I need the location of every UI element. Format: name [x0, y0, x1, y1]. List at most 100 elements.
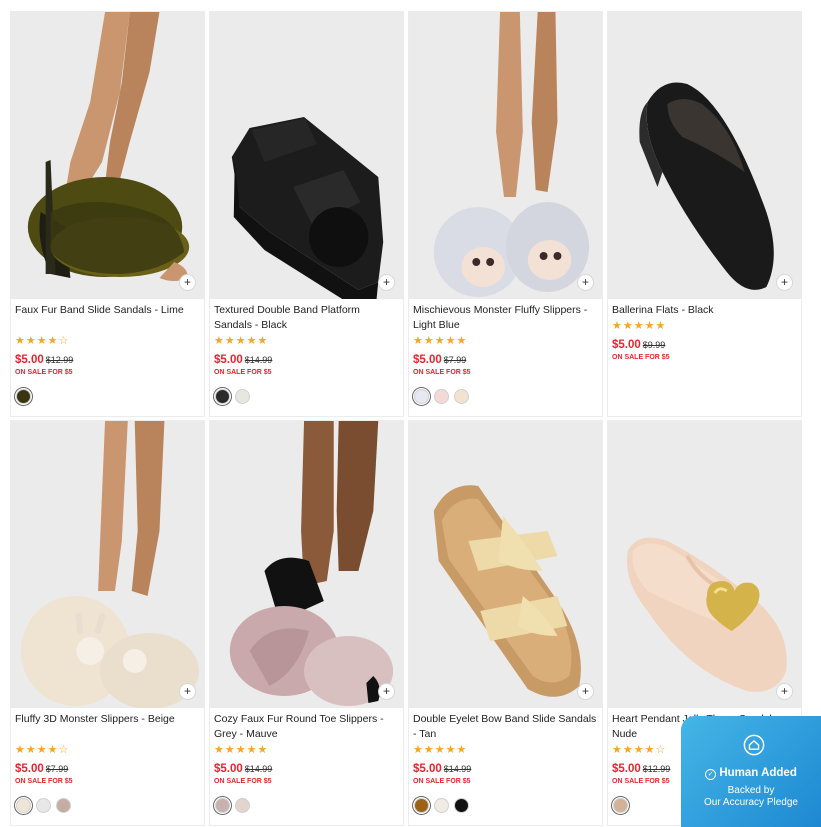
quick-add-button[interactable]: +: [179, 683, 196, 700]
sale-label: ON SALE FOR $5: [413, 778, 471, 785]
product-image[interactable]: +: [210, 12, 403, 299]
price-row: $5.00 $12.99: [15, 351, 200, 367]
sale-price: $5.00: [15, 354, 44, 366]
product-grid: + Faux Fur Band Slide Sandals - Lime ★★★★☆…: [10, 11, 802, 826]
color-swatch[interactable]: [414, 389, 429, 404]
color-swatch[interactable]: [235, 798, 250, 813]
quick-add-button[interactable]: +: [776, 274, 793, 291]
price-row: $5.00 $14.99: [214, 351, 399, 367]
product-info: Mischievous Monster Fluffy Slippers - Li…: [409, 299, 602, 378]
sale-label: ON SALE FOR $5: [413, 369, 471, 376]
star-rating: ★★★★★: [214, 335, 269, 347]
quick-add-button[interactable]: +: [577, 683, 594, 700]
quick-add-button[interactable]: +: [179, 274, 196, 291]
product-image[interactable]: +: [11, 12, 204, 299]
star-rating: ★★★★☆: [15, 335, 70, 347]
color-swatches: [414, 389, 469, 404]
product-card[interactable]: + Faux Fur Band Slide Sandals - Lime ★★★★☆…: [10, 11, 205, 417]
product-image[interactable]: +: [608, 12, 801, 299]
star-rating: ★★★★★: [413, 335, 468, 347]
product-card[interactable]: + Fluffy 3D Monster Slippers - Beige ★★★★☆…: [10, 420, 205, 826]
sale-label: ON SALE FOR $5: [612, 354, 670, 361]
color-swatch[interactable]: [56, 798, 71, 813]
color-swatch[interactable]: [36, 798, 51, 813]
product-card[interactable]: + Ballerina Flats - Black ★★★★★ $5.00 $9.99 O…: [607, 11, 802, 417]
sale-price: $5.00: [413, 763, 442, 775]
price-row: $5.00 $14.99: [214, 760, 399, 776]
sale-price: $5.00: [214, 354, 243, 366]
original-price: $9.99: [642, 340, 666, 350]
badge-title-text: Human Added: [719, 767, 797, 779]
color-swatch[interactable]: [454, 389, 469, 404]
sale-label: ON SALE FOR $5: [15, 369, 73, 376]
price-row: $5.00 $7.99: [15, 760, 200, 776]
product-image[interactable]: +: [210, 421, 403, 708]
color-swatch[interactable]: [215, 798, 230, 813]
product-name[interactable]: Faux Fur Band Slide Sandals - Lime: [15, 303, 200, 334]
color-swatches: [16, 389, 31, 404]
product-image[interactable]: +: [409, 12, 602, 299]
color-swatch[interactable]: [434, 389, 449, 404]
star-rating: ★★★★★: [214, 744, 269, 756]
star-rating: ★★★★☆: [15, 744, 70, 756]
product-image[interactable]: +: [608, 421, 801, 708]
product-card[interactable]: + Mischievous Monster Fluffy Slippers - L…: [408, 11, 603, 417]
color-swatches: [16, 798, 71, 813]
star-rating: ★★★★★: [612, 320, 667, 332]
color-swatches: [414, 798, 469, 813]
sale-label: ON SALE FOR $5: [214, 778, 272, 785]
product-name[interactable]: Double Eyelet Bow Band Slide Sandals - T…: [413, 712, 598, 743]
original-price: $14.99: [244, 764, 273, 774]
badge-subtitle: Backed by Our Accuracy Pledge: [681, 785, 821, 809]
badge-line-1: Backed by: [727, 785, 775, 796]
product-info: Ballerina Flats - Black ★★★★★ $5.00 $9.99 ON…: [608, 299, 801, 363]
color-swatch[interactable]: [215, 389, 230, 404]
sale-price: $5.00: [214, 763, 243, 775]
color-swatches: [215, 798, 250, 813]
color-swatch[interactable]: [16, 798, 31, 813]
product-card[interactable]: + Textured Double Band Platform Sandals -…: [209, 11, 404, 417]
product-image[interactable]: +: [409, 421, 602, 708]
check-circle-icon: ✓: [705, 769, 717, 780]
color-swatch[interactable]: [414, 798, 429, 813]
original-price: $14.99: [443, 764, 472, 774]
star-rating: ★★★★★: [413, 744, 468, 756]
color-swatch[interactable]: [454, 798, 469, 813]
product-info: Cozy Faux Fur Round Toe Slippers - Grey …: [210, 708, 403, 787]
quick-add-button[interactable]: +: [378, 274, 395, 291]
quick-add-button[interactable]: +: [577, 274, 594, 291]
color-swatches: [613, 798, 628, 813]
sale-price: $5.00: [413, 354, 442, 366]
product-info: Fluffy 3D Monster Slippers - Beige ★★★★☆ $…: [11, 708, 204, 787]
sale-label: ON SALE FOR $5: [15, 778, 73, 785]
color-swatches: [215, 389, 250, 404]
product-name[interactable]: Mischievous Monster Fluffy Slippers - Li…: [413, 303, 598, 334]
original-price: $12.99: [642, 764, 671, 774]
color-swatch[interactable]: [434, 798, 449, 813]
color-swatch[interactable]: [235, 389, 250, 404]
home-icon: [743, 734, 765, 756]
quick-add-button[interactable]: +: [776, 683, 793, 700]
product-name[interactable]: Ballerina Flats - Black: [612, 303, 797, 319]
product-info: Textured Double Band Platform Sandals - …: [210, 299, 403, 378]
product-name[interactable]: Textured Double Band Platform Sandals - …: [214, 303, 399, 334]
product-card[interactable]: + Cozy Faux Fur Round Toe Slippers - Grey…: [209, 420, 404, 826]
product-info: Faux Fur Band Slide Sandals - Lime ★★★★☆ $…: [11, 299, 204, 378]
sale-price: $5.00: [15, 763, 44, 775]
product-card[interactable]: + Double Eyelet Bow Band Slide Sandals - …: [408, 420, 603, 826]
original-price: $12.99: [45, 355, 74, 365]
badge-title: ✓ Human Added: [681, 767, 821, 780]
sale-label: ON SALE FOR $5: [214, 369, 272, 376]
color-swatch[interactable]: [613, 798, 628, 813]
accuracy-pledge-badge[interactable]: ✓ Human Added Backed by Our Accuracy Ple…: [681, 716, 821, 827]
color-swatch[interactable]: [16, 389, 31, 404]
original-price: $7.99: [45, 764, 69, 774]
original-price: $7.99: [443, 355, 467, 365]
original-price: $14.99: [244, 355, 273, 365]
sale-price: $5.00: [612, 339, 641, 351]
product-name[interactable]: Fluffy 3D Monster Slippers - Beige: [15, 712, 200, 743]
quick-add-button[interactable]: +: [378, 683, 395, 700]
product-image[interactable]: +: [11, 421, 204, 708]
product-info: Double Eyelet Bow Band Slide Sandals - T…: [409, 708, 602, 787]
product-name[interactable]: Cozy Faux Fur Round Toe Slippers - Grey …: [214, 712, 399, 743]
